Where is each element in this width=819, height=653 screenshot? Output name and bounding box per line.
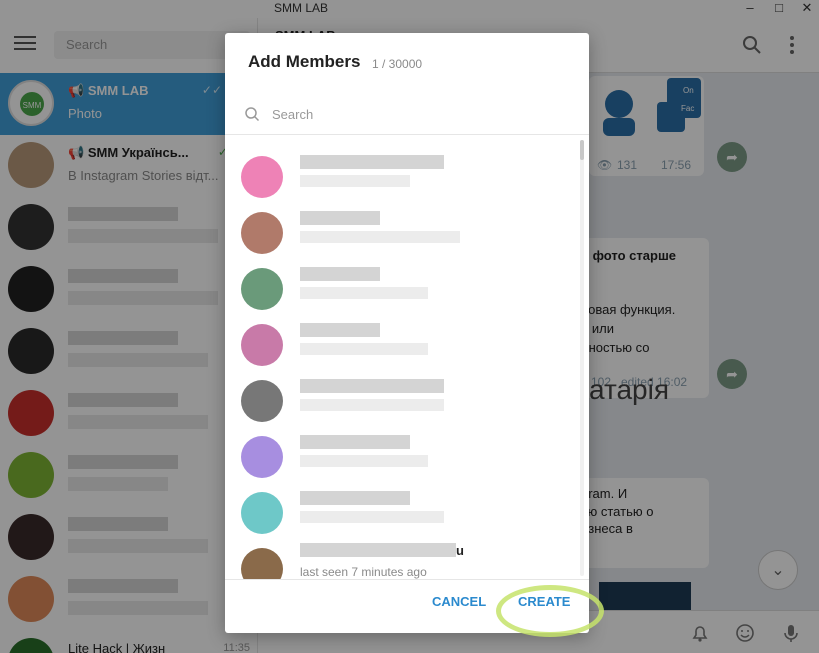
avatar <box>241 324 283 366</box>
contact-item[interactable] <box>225 483 581 539</box>
avatar <box>241 492 283 534</box>
contact-status: last seen 7 minutes ago <box>300 565 427 579</box>
pixelated-status <box>300 231 460 243</box>
pixelated-name <box>300 155 444 169</box>
pixelated-status <box>300 399 444 411</box>
scrollbar-track[interactable] <box>580 140 584 576</box>
member-count: 1 / 30000 <box>372 57 423 71</box>
add-members-dialog: Add Members 1 / 30000 Search u last seen… <box>225 33 589 633</box>
avatar <box>241 268 283 310</box>
pixelated-name <box>300 211 380 225</box>
dialog-title: Add Members <box>248 52 361 71</box>
pixelated-status <box>300 343 428 355</box>
contact-name: u <box>456 543 464 558</box>
contact-item[interactable] <box>225 315 581 371</box>
divider <box>225 579 589 580</box>
pixelated-name <box>300 543 456 557</box>
contact-item[interactable] <box>225 371 581 427</box>
avatar <box>241 212 283 254</box>
cancel-button[interactable]: CANCEL <box>432 594 486 609</box>
member-search-input[interactable] <box>272 103 562 125</box>
search-icon <box>245 107 260 122</box>
pixelated-name <box>300 267 380 281</box>
pixelated-status <box>300 175 410 187</box>
contact-item[interactable] <box>225 427 581 483</box>
contact-item[interactable] <box>225 203 581 259</box>
pixelated-status <box>300 455 428 467</box>
pixelated-name <box>300 379 444 393</box>
highlight-circle <box>496 585 604 637</box>
contact-list: u last seen 7 minutes ago <box>225 135 589 579</box>
pixelated-name <box>300 491 410 505</box>
avatar <box>241 156 283 198</box>
contact-item[interactable] <box>225 259 581 315</box>
avatar <box>241 548 283 579</box>
pixelated-name <box>300 323 380 337</box>
avatar <box>241 436 283 478</box>
contact-item[interactable]: u last seen 7 minutes ago <box>225 539 581 579</box>
contact-item[interactable] <box>225 147 581 203</box>
pixelated-status <box>300 511 444 523</box>
pixelated-status <box>300 287 428 299</box>
pixelated-name <box>300 435 410 449</box>
scrollbar-thumb[interactable] <box>580 140 584 160</box>
avatar <box>241 380 283 422</box>
